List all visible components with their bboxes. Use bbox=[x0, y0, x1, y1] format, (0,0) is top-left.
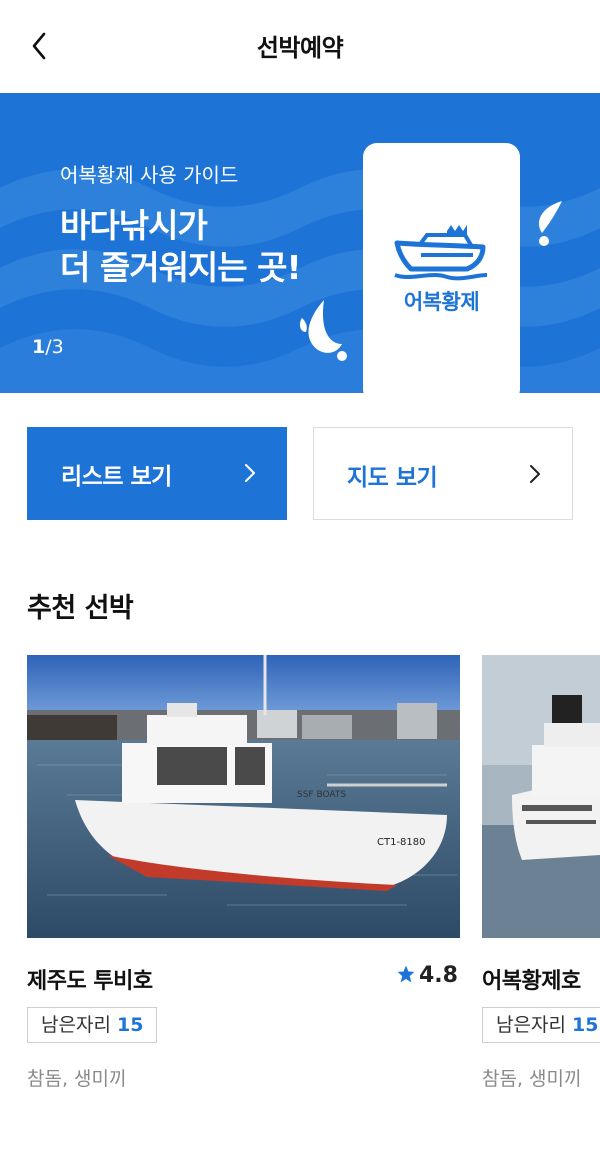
ship-crown-logo-icon bbox=[394, 225, 488, 281]
boat-name[interactable]: 제주도 투비호 bbox=[27, 963, 153, 995]
fish-tags: 참돔, 생미끼 bbox=[482, 1068, 582, 1090]
phone-mockup: 어복황제 bbox=[363, 143, 520, 393]
svg-text:SSF BOATS: SSF BOATS bbox=[297, 790, 346, 800]
banner-headline: 바다낚시가 더 즐거워지는 곳! bbox=[60, 206, 302, 287]
map-view-label: 지도 보기 bbox=[347, 465, 438, 491]
rating-value: 4.8 bbox=[419, 963, 458, 988]
banner-page-indicator: 1/3 bbox=[32, 336, 64, 358]
seats-label: 남은자리 bbox=[41, 1014, 111, 1036]
boat-name[interactable]: 어복황제호 bbox=[482, 963, 581, 995]
seats-count: 15 bbox=[116, 1014, 144, 1036]
list-view-label: 리스트 보기 bbox=[61, 464, 172, 490]
banner-subtitle: 어복황제 사용 가이드 bbox=[60, 163, 239, 187]
boat-photo bbox=[482, 655, 600, 938]
boat-card-image[interactable]: SSF BOATS CT1-8180 bbox=[27, 655, 460, 938]
water-splash-icon bbox=[538, 201, 562, 246]
seats-count: 15 bbox=[571, 1014, 599, 1036]
chevron-right-icon bbox=[245, 464, 255, 482]
water-splash-icon bbox=[299, 300, 347, 361]
boat-photo: SSF BOATS CT1-8180 bbox=[27, 655, 460, 938]
section-title-recommended: 추천 선박 bbox=[27, 593, 134, 624]
fish-tags: 참돔, 생미끼 bbox=[27, 1068, 127, 1090]
chevron-right-icon bbox=[530, 465, 540, 483]
svg-text:CT1-8180: CT1-8180 bbox=[377, 837, 426, 848]
boat-rating: 4.8 bbox=[396, 963, 458, 988]
remaining-seats-badge: 남은자리 15 bbox=[27, 1007, 158, 1043]
star-icon bbox=[397, 965, 415, 983]
seats-label: 남은자리 bbox=[496, 1014, 566, 1036]
list-view-button[interactable]: 리스트 보기 bbox=[27, 427, 287, 520]
boat-card-image[interactable] bbox=[482, 655, 600, 938]
promo-banner[interactable]: 어복황제 사용 가이드 바다낚시가 더 즐거워지는 곳! 1/3 어복황제 bbox=[0, 93, 600, 393]
brand-name: 어복황제 bbox=[403, 290, 480, 314]
remaining-seats-badge: 남은자리 15 bbox=[482, 1007, 600, 1043]
top-app-bar: 선박예약 bbox=[0, 0, 600, 93]
page-title: 선박예약 bbox=[256, 34, 344, 62]
map-view-button[interactable]: 지도 보기 bbox=[313, 427, 573, 520]
